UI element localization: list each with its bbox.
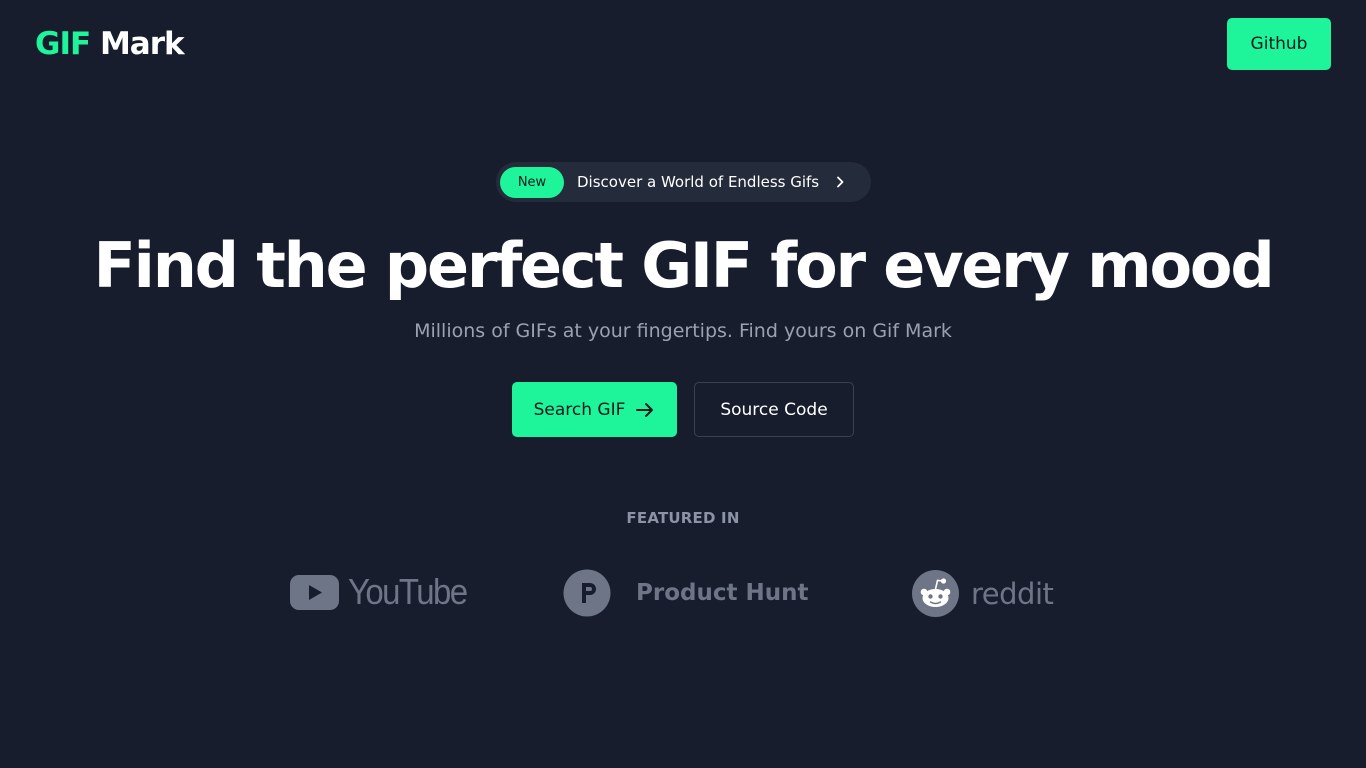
product-hunt-icon (563, 569, 611, 617)
logo-accent-text: GIF (35, 26, 91, 62)
logo-rest-text: Mark (90, 26, 185, 62)
brand-product-hunt: Product Hunt (563, 569, 808, 617)
reddit-alien-icon (912, 570, 959, 617)
landing-page: GIF Mark Github New Discover a World of … (0, 0, 1366, 768)
reddit-wordmark: reddit (971, 576, 1054, 611)
youtube-play-icon (290, 574, 339, 610)
youtube-wordmark: YouTube (348, 571, 468, 612)
github-button[interactable]: Github (1227, 18, 1331, 70)
announcement-pill[interactable]: New Discover a World of Endless Gifs (496, 162, 871, 202)
new-badge: New (500, 166, 564, 198)
chevron-right-icon (837, 176, 844, 188)
logo[interactable]: GIF Mark (35, 24, 185, 64)
featured-in-label: FEATURED IN (626, 509, 740, 527)
search-gif-label: Search GIF (533, 399, 626, 420)
announcement-text: Discover a World of Endless Gifs (577, 173, 820, 191)
hero-subtitle: Millions of GIFs at your fingertips. Fin… (414, 320, 952, 342)
hero-title: Find the perfect GIF for every mood (93, 229, 1274, 302)
brand-reddit: reddit (912, 570, 1054, 617)
arrow-right-icon (636, 402, 654, 417)
brand-youtube: YouTube (290, 571, 468, 612)
product-hunt-wordmark: Product Hunt (636, 580, 809, 606)
search-gif-button[interactable]: Search GIF (512, 382, 677, 437)
source-code-button[interactable]: Source Code (694, 382, 854, 437)
